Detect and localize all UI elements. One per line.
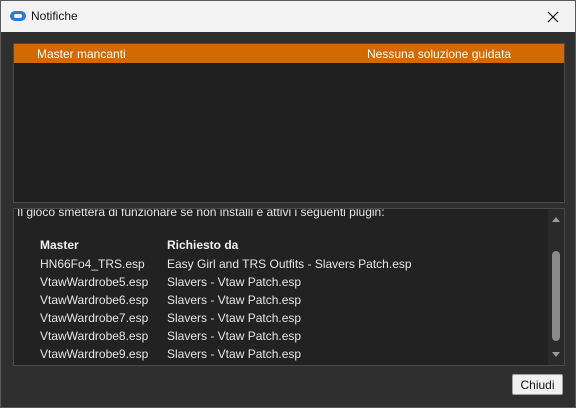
window-title: Notifiche [31,9,78,23]
master-cell: VtawWardrobe7.esp [40,311,149,325]
scroll-thumb[interactable] [552,251,560,341]
header-master: Master [40,238,79,252]
window-close-button[interactable] [531,1,575,32]
required-by-cell: Slavers - Vtaw Patch.esp [167,293,302,307]
notification-row-selected[interactable]: Master mancanti Nessuna soluzione guidat… [14,44,564,63]
table-row: VtawWardrobe5.esp Slavers - Vtaw Patch.e… [14,275,544,293]
details-scrollbar[interactable] [548,209,564,365]
scroll-up-arrow-icon[interactable] [552,217,560,222]
title-bar[interactable]: Notifiche [1,1,575,32]
scroll-down-arrow-icon[interactable] [552,352,560,357]
notifications-list[interactable]: Master mancanti Nessuna soluzione guidat… [13,43,565,203]
required-by-cell: Slavers - Vtaw Patch.esp [167,275,302,289]
master-cell: HN66Fo4_TRS.esp [40,257,145,271]
master-cell: VtawWardrobe8.esp [40,329,149,343]
notification-type: Master mancanti [37,47,126,61]
app-logo-icon [10,11,26,21]
header-required-by: Richiesto da [167,238,239,252]
table-row: VtawWardrobe8.esp Slavers - Vtaw Patch.e… [14,329,544,347]
master-cell: VtawWardrobe5.esp [40,275,149,289]
required-by-cell: Easy Girl and TRS Outfits - Slavers Patc… [167,257,412,271]
table-row: VtawWardrobe6.esp Slavers - Vtaw Patch.e… [14,293,544,311]
details-message: Il gioco smetterà di funzionare se non i… [17,208,385,219]
master-cell: VtawWardrobe6.esp [40,293,149,307]
required-by-cell: Slavers - Vtaw Patch.esp [167,347,302,361]
master-cell: VtawWardrobe9.esp [40,347,149,361]
close-icon [547,11,559,23]
required-by-cell: Slavers - Vtaw Patch.esp [167,311,302,325]
table-row: VtawWardrobe7.esp Slavers - Vtaw Patch.e… [14,311,544,329]
notification-solution: Nessuna soluzione guidata [367,47,512,61]
table-row: VtawWardrobe9.esp Slavers - Vtaw Patch.e… [14,347,544,365]
notification-details[interactable]: Il gioco smetterà di funzionare se non i… [13,208,565,366]
table-row: HN66Fo4_TRS.esp Easy Girl and TRS Outfit… [14,257,544,275]
close-button[interactable]: Chiudi [512,374,563,395]
required-by-cell: Slavers - Vtaw Patch.esp [167,329,302,343]
notifications-dialog: Notifiche Master mancanti Nessuna soluzi… [0,0,576,408]
